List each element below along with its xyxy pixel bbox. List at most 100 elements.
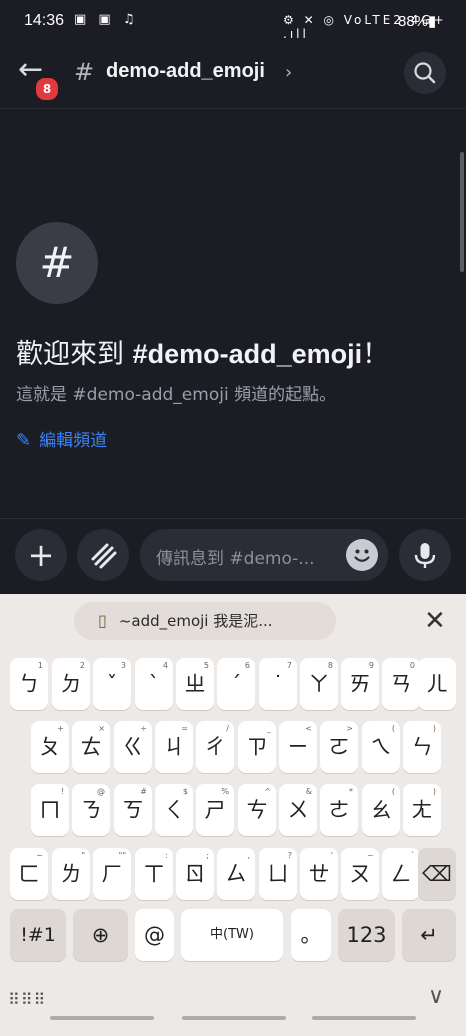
key-1-9[interactable]: ㄞ9	[341, 658, 379, 710]
key-2-7[interactable]: ㄧ <	[279, 721, 317, 773]
key-hint: ?	[287, 851, 292, 860]
key-hint: 9	[368, 661, 374, 670]
key-2-9[interactable]: ㄟ(	[362, 721, 400, 773]
key-4-7[interactable]: ㄩ?	[259, 848, 297, 900]
key-4-4[interactable]: ㄒ:	[135, 848, 173, 900]
key-hint: ,	[247, 851, 250, 860]
backspace-key[interactable]: ⌫	[418, 848, 456, 900]
apps-icon	[91, 543, 117, 569]
key-3-9[interactable]: ㄠ(	[362, 784, 400, 836]
key-1-4[interactable]: ˋ4	[135, 658, 173, 710]
message-input-placeholder: 傳訊息到 #demo-...	[156, 549, 315, 569]
voice-message-button[interactable]	[399, 529, 451, 581]
add-attachment-button[interactable]: +	[15, 529, 67, 581]
key-hint: #	[140, 787, 147, 796]
space-key-label: 中(TW)	[210, 927, 254, 942]
key-3-3[interactable]: ㄎ #	[114, 784, 152, 836]
key-hint: (	[391, 787, 395, 796]
message-input[interactable]: 傳訊息到 #demo-...	[140, 529, 388, 581]
key-2-5[interactable]: ㄔ /	[196, 721, 234, 773]
key-hint: (	[391, 724, 395, 733]
key-hint: )	[432, 724, 436, 733]
key-4-8[interactable]: ㄝ '	[300, 848, 338, 900]
edit-channel-label: 編輯頻道	[39, 431, 108, 451]
key-2-8[interactable]: ㄛ >	[320, 721, 358, 773]
key-hint: =	[181, 724, 188, 733]
symbols-key[interactable]: !#1	[10, 909, 66, 961]
at-key[interactable]: @	[135, 909, 174, 961]
key-4-3[interactable]: ㄏ ""	[93, 848, 131, 900]
key-4-9[interactable]: ㄡ ~	[341, 848, 379, 900]
key-hint: ÷	[140, 724, 147, 733]
key-4-5[interactable]: ㄖ;	[176, 848, 214, 900]
on-screen-keyboard: ▯ ~add_emoji 我是泥... ✕ ㄅ 1 ㄉ 2 ˇ 3 ˋ 4 ㄓ 5 ˊ 6 ˙ 7 ㄚ 8 ㄞ 9 ㄢ…	[0, 594, 466, 1036]
key-4-6[interactable]: ㄙ,	[217, 848, 255, 900]
key-1-3[interactable]: ˇ3	[93, 658, 131, 710]
numbers-key[interactable]: 123	[338, 909, 395, 961]
key-1-11[interactable]: ㄦ	[418, 658, 456, 710]
key-4-1[interactable]: ㄈ ~	[10, 848, 48, 900]
key-2-3[interactable]: ㄍ ÷	[114, 721, 152, 773]
key-hint: /	[226, 724, 229, 733]
key-2-1[interactable]: ㄆ +	[31, 721, 69, 773]
emoji-button[interactable]	[346, 539, 378, 571]
key-3-5[interactable]: ㄕ%	[196, 784, 234, 836]
key-1-8[interactable]: ㄚ8	[300, 658, 338, 710]
channel-hash-icon: #	[74, 58, 95, 86]
key-3-6[interactable]: ㄘ ^	[238, 784, 276, 836]
key-2-4[interactable]: ㄐ =	[155, 721, 193, 773]
key-1-5[interactable]: ㄓ5	[176, 658, 214, 710]
numbers-key-label: 123	[346, 923, 387, 947]
key-3-8[interactable]: ㄜ *	[320, 784, 358, 836]
key-2-2[interactable]: ㄊ ×	[72, 721, 110, 773]
key-3-10[interactable]: ㄤ)	[403, 784, 441, 836]
edit-channel-link[interactable]: ✎ 編輯頻道	[16, 426, 107, 451]
key-3-1[interactable]: ㄇ!	[31, 784, 69, 836]
key-hint: 4	[162, 661, 168, 670]
key-hint: @	[97, 787, 105, 796]
search-icon	[414, 62, 436, 84]
key-hint: ~	[367, 851, 374, 860]
chevron-right-icon[interactable]: ›	[285, 62, 292, 83]
key-1-10[interactable]: ㄢ0	[382, 658, 420, 710]
unread-badge: 8	[34, 76, 60, 102]
welcome-subtitle: 這就是 #demo-add_emoji 頻道的起點。	[16, 385, 337, 405]
enter-icon: ↵	[420, 923, 438, 947]
close-suggestion-icon[interactable]: ✕	[424, 606, 446, 636]
at-key-label: @	[144, 923, 165, 947]
key-2-10[interactable]: ㄣ)	[403, 721, 441, 773]
key-1-7[interactable]: ˙ 7	[259, 658, 297, 710]
hide-keyboard-icon[interactable]: ∨	[428, 984, 444, 1009]
period-key[interactable]: 。	[291, 909, 331, 961]
enter-key[interactable]: ↵	[402, 909, 456, 961]
key-3-4[interactable]: ㄑ $	[155, 784, 193, 836]
key-1-2[interactable]: ㄉ2	[52, 658, 90, 710]
clipboard-suggestion[interactable]: ▯ ~add_emoji 我是泥...	[74, 602, 336, 640]
key-hint: %	[221, 787, 229, 796]
emoji-face-icon	[354, 549, 370, 562]
search-button[interactable]	[404, 52, 446, 94]
nav-bar-right[interactable]	[312, 1016, 416, 1020]
key-hint: `	[411, 851, 415, 860]
scrollbar-thumb[interactable]	[460, 152, 464, 272]
nav-bar-home[interactable]	[182, 1016, 286, 1020]
key-2-6[interactable]: ㄗ _	[238, 721, 276, 773]
keyboard-layout-icon[interactable]: ⠿⠿⠿	[8, 990, 46, 1009]
key-hint: 5	[203, 661, 209, 670]
key-hint: 0	[409, 661, 415, 670]
key-hint: ;	[206, 851, 209, 860]
key-4-10[interactable]: ㄥ `	[382, 848, 420, 900]
welcome-prefix: 歡迎來到	[16, 339, 133, 370]
nav-bar-left[interactable]	[50, 1016, 154, 1020]
key-1-1[interactable]: ㄅ1	[10, 658, 48, 710]
key-3-2[interactable]: ㄋ @	[72, 784, 110, 836]
key-4-2[interactable]: ㄌ "	[52, 848, 90, 900]
key-hint: <	[305, 724, 312, 733]
space-key[interactable]: 中(TW)	[181, 909, 283, 961]
channel-title[interactable]: demo-add_emoji	[106, 60, 265, 83]
apps-button[interactable]	[77, 529, 129, 581]
symbols-key-label: !#1	[20, 924, 56, 946]
key-1-6[interactable]: ˊ6	[217, 658, 255, 710]
key-3-7[interactable]: ㄨ &	[279, 784, 317, 836]
language-key[interactable]: ⊕	[73, 909, 128, 961]
